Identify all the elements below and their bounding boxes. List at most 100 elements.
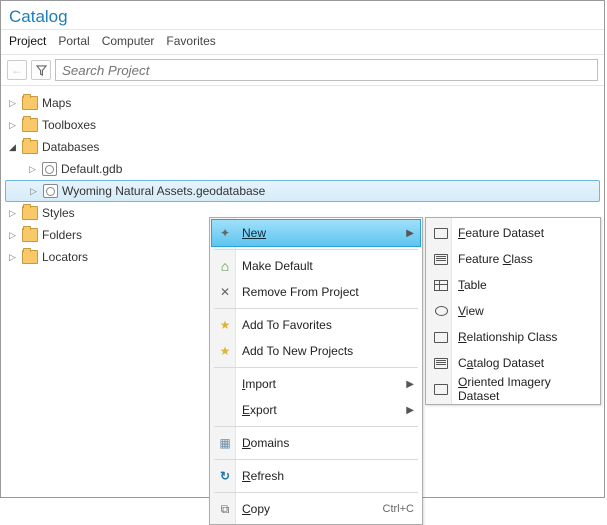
folder-icon	[22, 140, 38, 154]
tree-label: Databases	[42, 140, 600, 154]
blank-icon	[216, 375, 234, 393]
sparkle-icon: ✦	[216, 224, 234, 242]
menu-label: Catalog Dataset	[458, 356, 592, 370]
menu-label: Add To Favorites	[242, 318, 414, 332]
database-icon	[42, 162, 57, 176]
folder-icon	[22, 228, 38, 242]
menu-item-refresh[interactable]: Refresh	[212, 463, 420, 489]
menu-separator	[214, 492, 418, 493]
refresh-icon	[216, 467, 234, 485]
submenu-item-catalog-dataset[interactable]: Catalog Dataset	[428, 350, 598, 376]
menu-item-remove[interactable]: Remove From Project	[212, 279, 420, 305]
menu-separator	[214, 367, 418, 368]
feature-dataset-icon	[432, 224, 450, 242]
chevron-right-icon: ▶	[406, 405, 414, 416]
submenu-item-relationship-class[interactable]: Relationship Class	[428, 324, 598, 350]
menu-separator	[214, 308, 418, 309]
new-submenu: Feature Dataset Feature Class Table View…	[425, 217, 601, 405]
search-input[interactable]	[62, 63, 591, 78]
menu-item-make-default[interactable]: Make Default	[212, 253, 420, 279]
remove-icon	[216, 283, 234, 301]
expander-icon[interactable]: ▷	[28, 186, 39, 197]
view-icon	[432, 302, 450, 320]
menu-item-export[interactable]: Export ▶	[212, 397, 420, 423]
menu-label: Remove From Project	[242, 285, 414, 299]
menu-label: Import	[242, 377, 398, 391]
search-box	[55, 59, 598, 81]
tab-favorites[interactable]: Favorites	[166, 34, 215, 48]
folder-icon	[22, 206, 38, 220]
star-icon	[216, 316, 234, 334]
menu-label: Add To New Projects	[242, 344, 414, 358]
folder-icon	[22, 96, 38, 110]
chevron-right-icon: ▶	[406, 228, 414, 239]
menu-item-add-favorites[interactable]: Add To Favorites	[212, 312, 420, 338]
folder-icon	[22, 118, 38, 132]
submenu-item-view[interactable]: View	[428, 298, 598, 324]
toolbar: ←	[1, 55, 604, 86]
table-icon	[432, 276, 450, 294]
menu-separator	[214, 426, 418, 427]
menu-item-add-new-projects[interactable]: Add To New Projects	[212, 338, 420, 364]
menu-label: Make Default	[242, 259, 414, 273]
tree-item-maps[interactable]: ▷ Maps	[5, 92, 600, 114]
blank-icon	[216, 401, 234, 419]
submenu-item-oriented-imagery[interactable]: Oriented Imagery Dataset	[428, 376, 598, 402]
menu-label: Feature Dataset	[458, 226, 592, 240]
shortcut-label: Ctrl+C	[383, 503, 414, 515]
catalog-window: Catalog Project Portal Computer Favorite…	[0, 0, 605, 498]
folder-icon	[22, 250, 38, 264]
menu-label: View	[458, 304, 592, 318]
tree-item-default-gdb[interactable]: ▷ Default.gdb	[5, 158, 600, 180]
tree-item-toolboxes[interactable]: ▷ Toolboxes	[5, 114, 600, 136]
feature-class-icon	[432, 250, 450, 268]
tab-project[interactable]: Project	[9, 34, 46, 48]
expander-icon[interactable]: ▷	[27, 164, 38, 175]
catalog-dataset-icon	[432, 354, 450, 372]
menu-label: Relationship Class	[458, 330, 592, 344]
menu-item-new[interactable]: ✦ New ▶	[212, 220, 420, 246]
tab-computer[interactable]: Computer	[102, 34, 155, 48]
context-menu: ✦ New ▶ Make Default Remove From Project…	[209, 217, 423, 525]
relationship-icon	[432, 328, 450, 346]
database-icon	[43, 184, 58, 198]
submenu-item-feature-dataset[interactable]: Feature Dataset	[428, 220, 598, 246]
tabs-bar: Project Portal Computer Favorites	[1, 30, 604, 55]
tree-label: Default.gdb	[61, 162, 600, 176]
expander-icon[interactable]: ◢	[7, 142, 18, 153]
menu-label: Refresh	[242, 469, 414, 483]
tree-item-databases[interactable]: ◢ Databases	[5, 136, 600, 158]
menu-label: Copy	[242, 502, 375, 516]
tree-label: Maps	[42, 96, 600, 110]
copy-icon	[216, 500, 234, 518]
menu-separator	[214, 249, 418, 250]
chevron-right-icon: ▶	[406, 379, 414, 390]
menu-label: Oriented Imagery Dataset	[458, 375, 592, 403]
back-button[interactable]: ←	[7, 60, 27, 80]
expander-icon[interactable]: ▷	[7, 252, 18, 263]
filter-button[interactable]	[31, 60, 51, 80]
title-bar: Catalog	[1, 1, 604, 30]
expander-icon[interactable]: ▷	[7, 230, 18, 241]
expander-icon[interactable]: ▷	[7, 208, 18, 219]
menu-item-domains[interactable]: Domains	[212, 430, 420, 456]
submenu-item-table[interactable]: Table	[428, 272, 598, 298]
tree-label: Wyoming Natural Assets.geodatabase	[62, 184, 599, 198]
submenu-item-feature-class[interactable]: Feature Class	[428, 246, 598, 272]
home-icon	[216, 257, 234, 275]
expander-icon[interactable]: ▷	[7, 120, 18, 131]
window-title: Catalog	[9, 7, 596, 27]
menu-label: Domains	[242, 436, 414, 450]
menu-item-import[interactable]: Import ▶	[212, 371, 420, 397]
oriented-imagery-icon	[432, 380, 450, 398]
tab-portal[interactable]: Portal	[58, 34, 89, 48]
menu-label: Feature Class	[458, 252, 592, 266]
expander-icon[interactable]: ▷	[7, 98, 18, 109]
menu-label: New	[242, 226, 398, 240]
tree-item-selected-db[interactable]: ▷ Wyoming Natural Assets.geodatabase	[5, 180, 600, 202]
filter-icon	[36, 65, 47, 76]
menu-label: Table	[458, 278, 592, 292]
menu-label: Export	[242, 403, 398, 417]
tree-label: Toolboxes	[42, 118, 600, 132]
menu-separator	[214, 459, 418, 460]
